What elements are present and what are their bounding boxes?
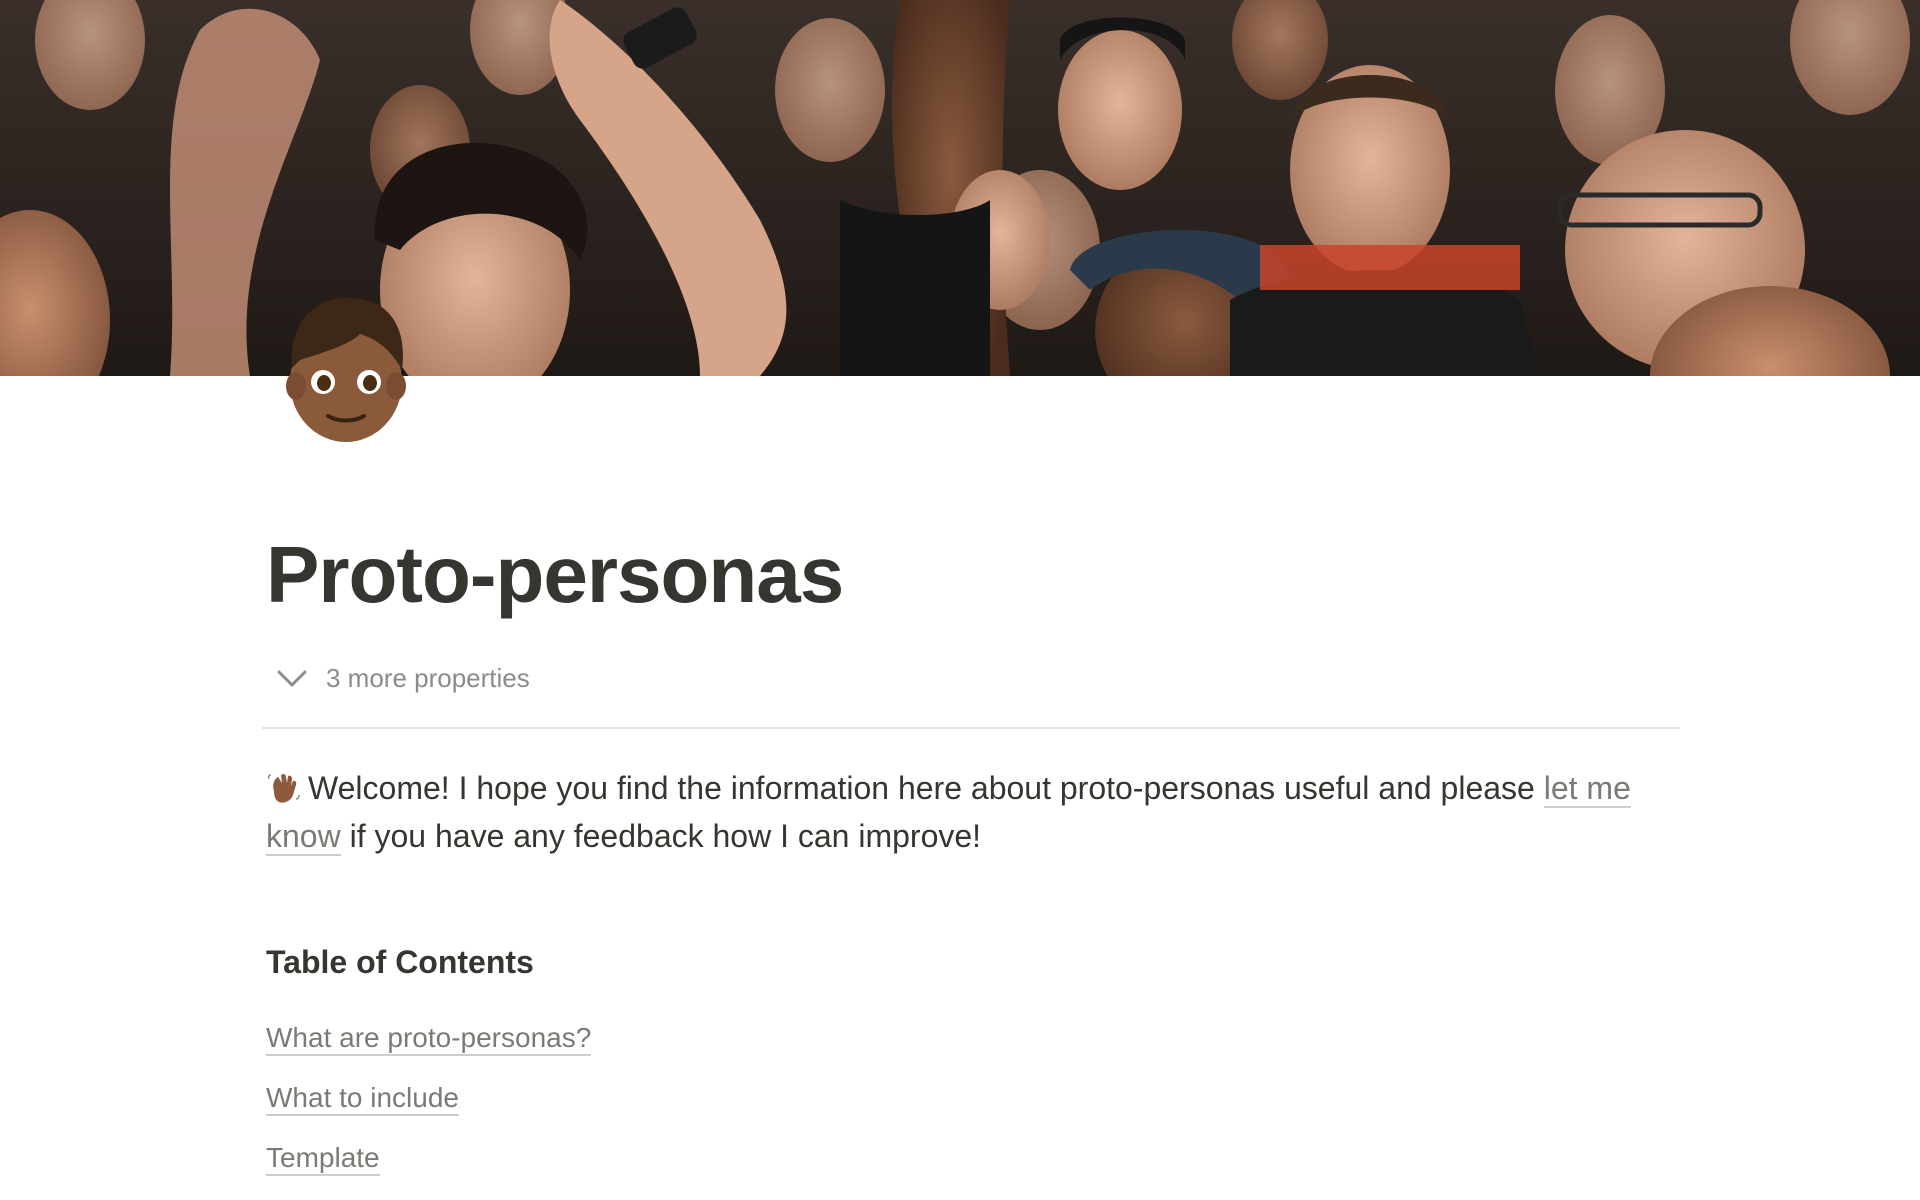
toc-link[interactable]: Template: [266, 1142, 380, 1176]
toc-link[interactable]: What to include: [266, 1082, 459, 1116]
person-emoji-graphic: [286, 297, 406, 442]
welcome-text-after: if you have any feedback how I can impro…: [340, 818, 982, 854]
toc-item-what-are-proto-personas[interactable]: What are proto-personas?: [266, 1014, 592, 1074]
welcome-text-before: Welcome! I hope you find the information…: [308, 770, 1544, 806]
welcome-paragraph[interactable]: Welcome! I hope you find the information…: [266, 764, 1680, 860]
page-title[interactable]: Proto-personas: [266, 520, 1680, 630]
person-emoji-icon[interactable]: [278, 290, 414, 450]
more-properties-label: 3 more properties: [326, 662, 530, 693]
toc-item-template[interactable]: Template: [266, 1134, 591, 1194]
divider: [262, 727, 1680, 729]
toc-link[interactable]: What are proto-personas?: [266, 1022, 592, 1056]
more-properties-toggle[interactable]: 3 more properties: [266, 654, 530, 702]
page-content: Proto-personas 3 more properties Welcome…: [262, 520, 1680, 1176]
toc-heading: Table of Contents: [266, 944, 534, 980]
toc-item-what-to-include[interactable]: What to include: [266, 1074, 591, 1134]
waving-hand-icon: [267, 773, 300, 803]
chevron-down-icon: [277, 670, 307, 687]
notion-page: Proto-personas 3 more properties Welcome…: [0, 0, 1920, 1200]
table-of-contents: What are proto-personas? What to include…: [266, 1014, 592, 1194]
